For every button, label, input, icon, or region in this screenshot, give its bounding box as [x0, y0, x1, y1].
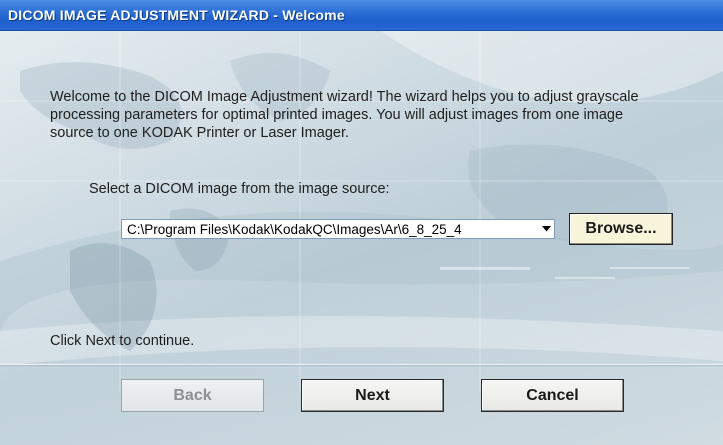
continue-hint: Click Next to continue.: [50, 333, 195, 349]
image-select-label: Select a DICOM image from the image sour…: [89, 181, 390, 197]
next-button[interactable]: Next: [301, 379, 444, 412]
window-title: DICOM IMAGE ADJUSTMENT WIZARD - Welcome: [8, 7, 345, 23]
wizard-window: DICOM IMAGE ADJUSTMENT WIZARD - Welcome: [0, 0, 723, 445]
image-path-value: C:\Program Files\Kodak\KodakQC\Images\Ar…: [127, 222, 462, 237]
button-bar-divider: [0, 364, 723, 365]
chevron-down-icon[interactable]: [539, 221, 553, 237]
title-bar: DICOM IMAGE ADJUSTMENT WIZARD - Welcome: [0, 0, 723, 31]
back-button[interactable]: Back: [121, 379, 264, 412]
browse-button[interactable]: Browse...: [569, 213, 673, 245]
image-path-dropdown[interactable]: C:\Program Files\Kodak\KodakQC\Images\Ar…: [121, 219, 555, 239]
cancel-button[interactable]: Cancel: [481, 379, 624, 412]
welcome-text: Welcome to the DICOM Image Adjustment wi…: [50, 89, 639, 141]
